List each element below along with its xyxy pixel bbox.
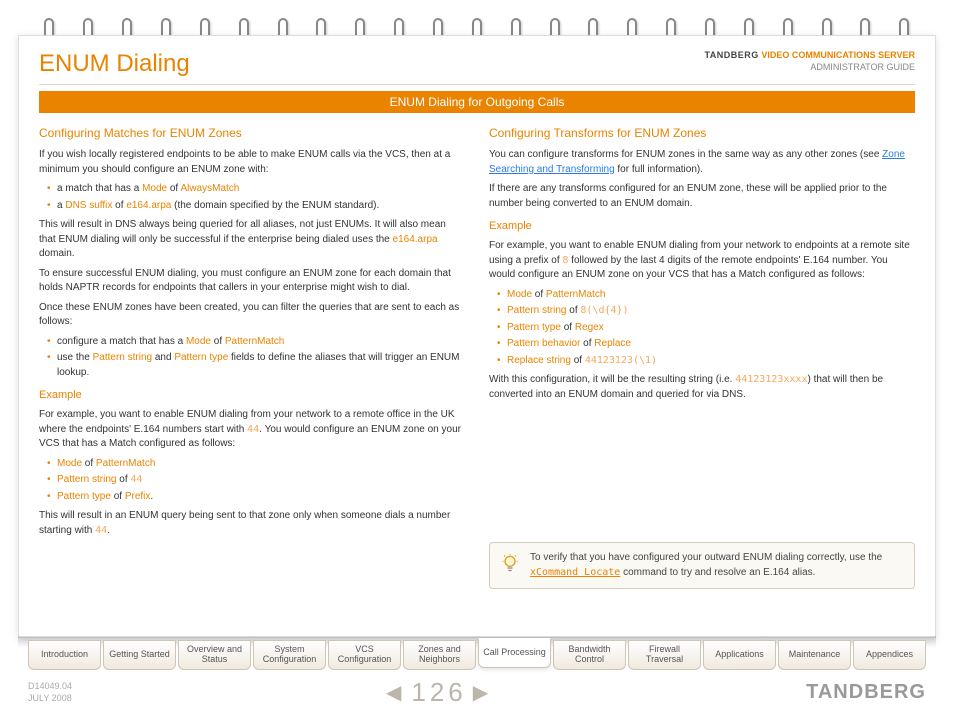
prev-page-icon[interactable]: ◀	[386, 680, 405, 705]
tab-appendices[interactable]: Appendices	[853, 640, 926, 670]
tab-applications[interactable]: Applications	[703, 640, 776, 670]
tab-zones-and-neighbors[interactable]: Zones and Neighbors	[403, 640, 476, 670]
tab-bandwidth-control[interactable]: Bandwidth Control	[553, 640, 626, 670]
section-bar: ENUM Dialing for Outgoing Calls	[39, 91, 915, 113]
tab-vcs-configuration[interactable]: VCS Configuration	[328, 640, 401, 670]
list-item: configure a match that has a Mode of Pat…	[49, 335, 465, 350]
tab-overview-and-status[interactable]: Overview and Status	[178, 640, 251, 670]
example-heading: Example	[39, 388, 465, 404]
tab-firewall-traversal[interactable]: Firewall Traversal	[628, 640, 701, 670]
tab-introduction[interactable]: Introduction	[28, 640, 101, 670]
list-item: a match that has a Mode of AlwaysMatch	[49, 182, 465, 197]
tab-getting-started[interactable]: Getting Started	[103, 640, 176, 670]
lightbulb-icon	[500, 551, 520, 575]
tab-call-processing[interactable]: Call Processing	[478, 638, 551, 668]
chapter-tabs: IntroductionGetting StartedOverview and …	[28, 640, 926, 670]
doc-info: D14049.04 JULY 2008	[28, 681, 72, 704]
list-item: use the Pattern string and Pattern type …	[49, 351, 465, 380]
page-number: 126	[411, 677, 466, 708]
left-column: Configuring Matches for ENUM Zones If yo…	[39, 125, 465, 589]
page-content: ENUM Dialing TANDBERG VIDEO COMMUNICATIO…	[18, 35, 936, 638]
tab-system-configuration[interactable]: System Configuration	[253, 640, 326, 670]
page-title: ENUM Dialing	[39, 50, 190, 78]
next-page-icon[interactable]: ▶	[473, 680, 492, 705]
spiral-binding	[0, 0, 954, 40]
left-heading: Configuring Matches for ENUM Zones	[39, 125, 465, 142]
right-heading: Configuring Transforms for ENUM Zones	[489, 125, 915, 142]
tip-box: To verify that you have configured your …	[489, 542, 915, 589]
right-column: Configuring Transforms for ENUM Zones Yo…	[489, 125, 915, 589]
example-heading: Example	[489, 219, 915, 235]
list-item: a DNS suffix of e164.arpa (the domain sp…	[49, 199, 465, 214]
tab-maintenance[interactable]: Maintenance	[778, 640, 851, 670]
brand-block: TANDBERG VIDEO COMMUNICATIONS SERVER ADM…	[704, 50, 915, 73]
footer-logo: TANDBERG	[806, 681, 926, 704]
pager: ◀ 126 ▶	[386, 677, 492, 708]
xcommand-link[interactable]: xCommand Locate	[530, 567, 620, 578]
